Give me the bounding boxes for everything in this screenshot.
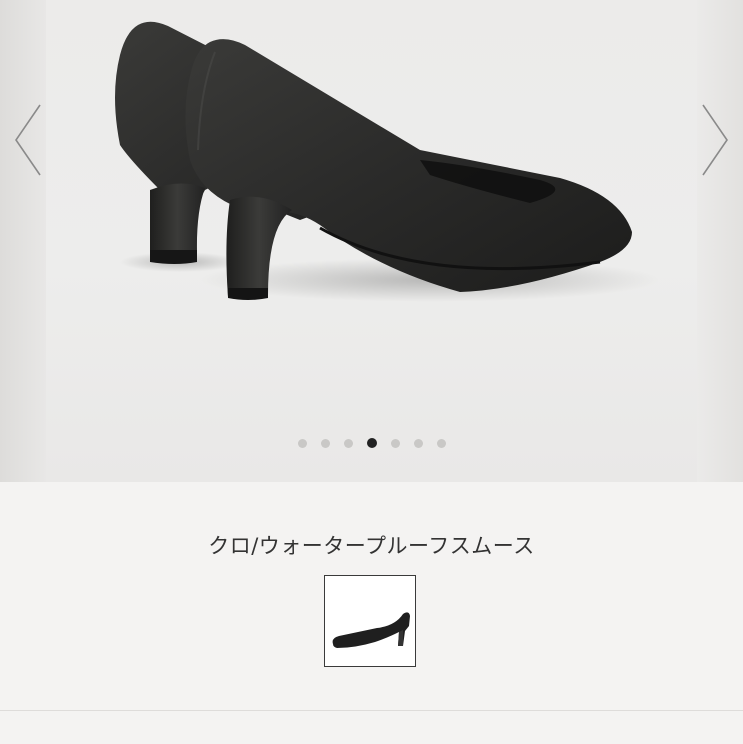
color-swatch-button[interactable] xyxy=(324,575,416,667)
chevron-right-icon xyxy=(702,104,728,176)
gallery-dot[interactable] xyxy=(297,439,307,448)
gallery-dot[interactable] xyxy=(436,439,446,448)
black-pump-thumbnail xyxy=(332,612,410,648)
gallery-next-button[interactable] xyxy=(693,100,733,180)
black-leather-pumps-photo xyxy=(115,21,660,302)
color-variant-name: クロ/ウォータープルーフスムース xyxy=(208,534,535,558)
gallery-dot[interactable] xyxy=(390,439,400,448)
gallery-dot[interactable] xyxy=(343,439,353,448)
gallery-dot-active[interactable] xyxy=(366,438,377,448)
gallery-dot[interactable] xyxy=(413,439,423,448)
gallery-pagination xyxy=(0,438,743,450)
bottom-bar xyxy=(0,710,743,744)
gallery-dot[interactable] xyxy=(320,439,330,448)
product-image-gallery[interactable] xyxy=(0,0,743,482)
chevron-left-icon xyxy=(15,104,41,176)
gallery-prev-button[interactable] xyxy=(10,100,50,180)
